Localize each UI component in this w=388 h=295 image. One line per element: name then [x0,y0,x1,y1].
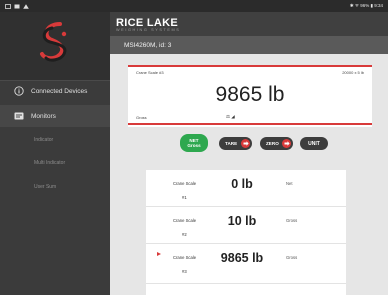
zero-button[interactable]: ZERO [260,137,293,150]
bottom-rule [128,123,372,125]
rice-lake-logo-icon [40,22,67,62]
gross-label: Gross [187,143,201,148]
sidebar-header [0,12,110,80]
image-icon [14,4,20,8]
status-right: ✱ ᯤ 96% ▮ 9:34 [350,3,383,9]
sidebar-subitem-user-sum[interactable]: User Sum [0,179,110,195]
tare-label: TARE [225,141,238,146]
sidebar-subitem-indicator[interactable]: Indicator [0,132,110,148]
warning-icon [23,3,29,9]
sidebar-subitem-multi-indicator[interactable]: Multi Indicator [0,155,110,171]
list-item-number: #1 [182,195,187,200]
list-item-weight: 10 lb [227,214,257,228]
tare-arrow-icon [241,139,250,148]
selected-arrow-icon [157,252,161,256]
list-item-weight: 0 lb [231,177,253,191]
list-item[interactable]: Crane Scale 0 lb Net #1 [146,170,346,207]
status-left-icons [5,3,29,9]
list-item-number: #2 [182,232,187,237]
sidebar-item-connected-devices[interactable]: Connected Devices [0,80,110,102]
list-item-mode: Gross [286,255,298,260]
list-item-weight: 9865 lb [220,251,264,265]
status-right-text: ✱ ᯤ 96% ▮ 9:34 [349,3,383,8]
main-content: Crane Scale #3 20000 x 5 lb 9865 lb Gros… [110,54,388,295]
weight-mode-label: Gross [136,115,147,120]
weight-readout: 9865 lb [215,83,285,106]
app-window: ✱ ᯤ 96% ▮ 9:34 Connected Devices Monitor… [0,0,388,295]
scale-status-icons: ⚖ ◢ [226,114,235,119]
list-item-mode: Net [286,181,293,186]
list-item-name: Crane Scale [173,181,197,186]
status-bar: ✱ ᯤ 96% ▮ 9:34 [0,0,388,12]
scale-capacity: 20000 x 5 lb [342,70,364,75]
weight-display-panel: Crane Scale #3 20000 x 5 lb 9865 lb Gros… [128,65,372,127]
notification-icon [5,3,11,9]
list-item-number: #3 [182,269,187,274]
net-gross-button[interactable]: NET Gross [180,134,208,152]
brand-tagline: WEIGHING SYSTEMS [116,28,181,32]
device-title-bar: MSI4260M, id: 3 [110,36,388,54]
sidebar-item-monitors[interactable]: Monitors [0,105,110,127]
scale-list: Crane Scale 0 lb Net #1 Crane Scale 10 l… [146,170,346,295]
sidebar-item-label: Connected Devices [31,87,88,95]
info-icon [14,86,24,96]
list-item-mode: Gross [286,218,298,223]
scale-controls: NET Gross TARE ZERO UNIT [110,132,388,156]
device-title: MSI4260M, id: 3 [124,41,172,49]
sidebar: Connected Devices Monitors Indicator Mul… [0,12,110,295]
zero-arrow-icon [282,139,291,148]
tare-button[interactable]: TARE [219,137,252,150]
list-item-name: Crane Scale [173,255,197,260]
list-item[interactable]: Crane Scale 10 lb Gross #2 [146,207,346,244]
unit-button[interactable]: UNIT [300,137,328,150]
list-item-name: Crane Scale [173,218,197,223]
sidebar-item-label: Monitors [31,112,56,120]
zero-label: ZERO [266,141,279,146]
monitor-icon [14,111,24,121]
list-item[interactable]: Crane Scale 9865 lb Gross #3 [146,244,346,284]
scale-name: Crane Scale #3 [136,70,164,75]
top-rule [128,65,372,67]
